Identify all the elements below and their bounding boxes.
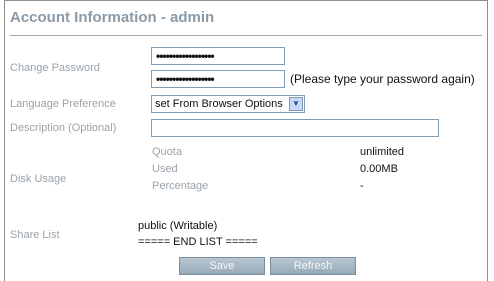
language-label: Language Preference bbox=[10, 98, 116, 110]
password-confirm-field[interactable]: •••••••••••••••••• bbox=[151, 70, 285, 88]
password-confirm-hint: (Please type your password again) bbox=[290, 72, 475, 86]
chevron-down-icon[interactable]: ▼ bbox=[289, 97, 303, 111]
save-button[interactable]: Save bbox=[179, 257, 265, 275]
percentage-value: - bbox=[360, 180, 364, 192]
share-list-item: public (Writable) bbox=[138, 220, 218, 232]
refresh-button[interactable]: Refresh bbox=[270, 257, 356, 275]
account-panel: Account Information - admin Change Passw… bbox=[4, 0, 488, 281]
share-list-label: Share List bbox=[10, 229, 60, 241]
quota-label: Quota bbox=[152, 146, 182, 158]
percentage-label: Percentage bbox=[152, 180, 209, 192]
language-select[interactable]: set From Browser Options ▼ bbox=[151, 95, 305, 113]
password-field[interactable]: •••••••••••••••••• bbox=[151, 47, 285, 65]
quota-value: unlimited bbox=[360, 146, 405, 158]
page-title: Account Information - admin bbox=[10, 9, 482, 36]
used-label: Used bbox=[152, 163, 178, 175]
description-label: Description (Optional) bbox=[10, 122, 117, 134]
used-value: 0.00MB bbox=[360, 163, 398, 175]
share-list-end: ===== END LIST ===== bbox=[138, 236, 258, 248]
language-selected-value: set From Browser Options bbox=[155, 98, 283, 110]
change-password-label: Change Password bbox=[10, 62, 100, 74]
disk-usage-label: Disk Usage bbox=[10, 173, 67, 185]
description-input[interactable] bbox=[151, 119, 439, 137]
